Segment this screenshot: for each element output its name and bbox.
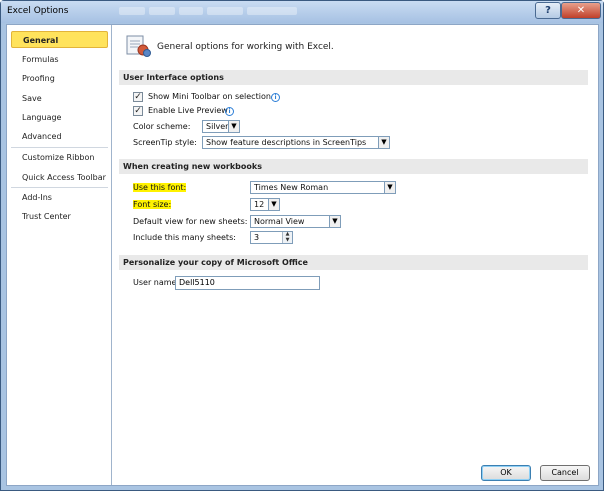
user-name-label: User name: [133, 278, 180, 287]
close-button[interactable]: ✕ [561, 2, 601, 19]
title-bar-blur [247, 7, 297, 15]
nav-item-save[interactable]: Save [11, 90, 108, 107]
nav-item-label: Proofing [22, 74, 55, 83]
cancel-button-label: Cancel [551, 468, 579, 477]
spin-down-icon[interactable]: ▼ [282, 237, 292, 243]
chevron-down-icon: ▼ [384, 182, 395, 193]
title-bar-blur [207, 7, 243, 15]
show-mini-toolbar-label: Show Mini Toolbar on selection [148, 92, 271, 101]
nav-item-advanced[interactable]: Advanced [11, 128, 108, 145]
color-scheme-label: Color scheme: [133, 122, 191, 131]
nav-item-add-ins[interactable]: Add-Ins [11, 189, 108, 206]
title-bar-blur [119, 7, 145, 15]
general-options-icon [126, 35, 151, 57]
nav-item-formulas[interactable]: Formulas [11, 51, 108, 68]
nav-divider [11, 187, 108, 188]
font-size-value: 12 [254, 200, 265, 209]
sheet-count-stepper[interactable]: 3 ▲ ▼ [250, 231, 293, 244]
nav-item-proofing[interactable]: Proofing [11, 70, 108, 87]
nav-item-language[interactable]: Language [11, 109, 108, 126]
check-icon: ✓ [134, 92, 142, 102]
nav-item-label: Quick Access Toolbar [22, 173, 106, 182]
info-glyph: i [228, 108, 231, 115]
screentip-style-label: ScreenTip style: [133, 138, 197, 147]
user-name-input[interactable]: Dell5110 [175, 276, 320, 290]
nav-item-label: Customize Ribbon [22, 153, 95, 162]
default-view-label: Default view for new sheets: [133, 217, 248, 226]
screentip-style-value: Show feature descriptions in ScreenTips [206, 138, 367, 147]
section-new-workbooks: When creating new workbooks [119, 159, 588, 174]
ok-button[interactable]: OK [481, 465, 531, 481]
general-options-panel: General options for working with Excel. … [113, 25, 598, 463]
font-size-label: Font size: [133, 200, 172, 209]
cancel-button[interactable]: Cancel [540, 465, 590, 481]
chevron-down-icon: ▼ [228, 121, 239, 132]
show-mini-toolbar-checkbox[interactable]: ✓ [133, 92, 143, 102]
chevron-down-icon: ▼ [268, 199, 279, 210]
nav-item-label: Advanced [22, 132, 62, 141]
panel-heading: General options for working with Excel. [157, 42, 334, 52]
dialog-client-area: General Formulas Proofing Save Language … [6, 24, 599, 486]
title-bar-blur [179, 7, 203, 15]
nav-divider [11, 147, 108, 148]
color-scheme-dropdown[interactable]: Silver ▼ [202, 120, 240, 133]
default-view-value: Normal View [254, 217, 305, 226]
title-bar-blur [149, 7, 175, 15]
info-glyph: i [274, 94, 277, 101]
font-value: Times New Roman [254, 183, 329, 192]
category-nav: General Formulas Proofing Save Language … [7, 25, 112, 485]
font-dropdown[interactable]: Times New Roman ▼ [250, 181, 396, 194]
window-title: Excel Options [7, 6, 69, 16]
sheet-count-label: Include this many sheets: [133, 233, 236, 242]
nav-item-label: Formulas [22, 55, 59, 64]
nav-item-label: Add-Ins [22, 193, 52, 202]
help-button[interactable]: ? [535, 2, 561, 19]
nav-item-general[interactable]: General [11, 31, 108, 48]
sheet-count-value: 3 [254, 233, 260, 242]
excel-options-window: Excel Options ? ✕ General Formulas Proof… [0, 0, 604, 491]
close-icon: ✕ [576, 5, 586, 16]
font-size-dropdown[interactable]: 12 ▼ [250, 198, 280, 211]
help-icon: ? [545, 5, 551, 16]
title-bar[interactable]: Excel Options ? ✕ [1, 1, 603, 23]
use-font-label: Use this font: [133, 183, 187, 192]
section-personalize: Personalize your copy of Microsoft Offic… [119, 255, 588, 270]
user-name-value: Dell5110 [179, 278, 215, 287]
nav-item-label: Save [22, 94, 42, 103]
chevron-down-icon: ▼ [378, 137, 389, 148]
nav-item-label: Trust Center [22, 212, 71, 221]
ok-button-label: OK [500, 468, 512, 477]
default-view-dropdown[interactable]: Normal View ▼ [250, 215, 341, 228]
nav-item-quick-access-toolbar[interactable]: Quick Access Toolbar [11, 169, 108, 186]
nav-item-trust-center[interactable]: Trust Center [11, 208, 108, 225]
color-scheme-value: Silver [206, 122, 229, 131]
enable-live-preview-label: Enable Live Preview [148, 106, 228, 115]
chevron-down-icon: ▼ [329, 216, 340, 227]
section-user-interface: User Interface options [119, 70, 588, 85]
info-icon[interactable]: i [271, 93, 280, 102]
nav-item-customize-ribbon[interactable]: Customize Ribbon [11, 149, 108, 166]
check-icon: ✓ [134, 106, 142, 116]
enable-live-preview-checkbox[interactable]: ✓ [133, 106, 143, 116]
nav-item-label: General [23, 36, 59, 45]
screentip-style-dropdown[interactable]: Show feature descriptions in ScreenTips … [202, 136, 390, 149]
info-icon[interactable]: i [225, 107, 234, 116]
nav-item-label: Language [22, 113, 62, 122]
